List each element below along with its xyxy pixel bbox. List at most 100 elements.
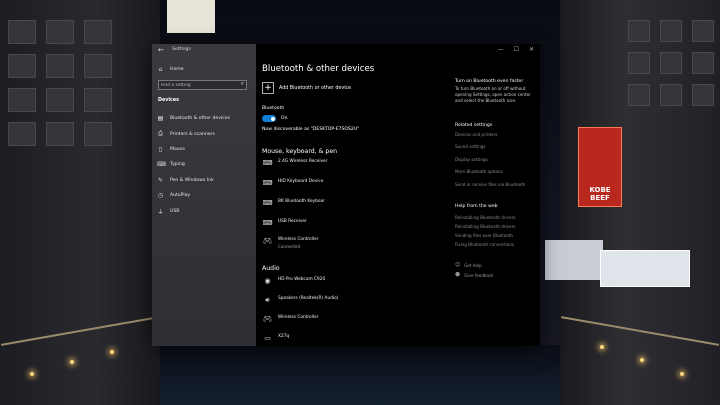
device-name: HID Keyboard Device <box>278 179 324 184</box>
help-link[interactable]: Reinstalling Bluetooth drivers <box>455 215 515 220</box>
device-name: Wireless Controller <box>278 315 319 320</box>
sidebar-item-mouse[interactable]: ▯ Mouse <box>157 146 185 153</box>
monitor-icon: ▭ <box>264 334 271 342</box>
street-lamp <box>30 372 34 376</box>
printer-icon: ⎙ <box>158 130 163 137</box>
group-title-input-devices: Mouse, keyboard, & pen <box>262 148 338 155</box>
sidebar-item-usb[interactable]: ⏚ USB <box>157 207 179 216</box>
keyboard-icon: ⌨ <box>262 179 273 187</box>
discoverable-text: Now discoverable as "DESKTOP-E7SOS2U" <box>262 127 360 132</box>
home-icon: ⌂ <box>158 66 163 73</box>
sidebar-item-bluetooth[interactable]: ▤ Bluetooth & other devices <box>157 115 230 122</box>
get-help-label: Get help <box>464 262 482 268</box>
device-item[interactable]: ▭ X27q <box>262 334 289 343</box>
webcam-icon: ◉ <box>264 277 271 285</box>
device-name: X27q <box>278 334 290 339</box>
device-item[interactable]: 🎮︎ Wireless Controller Connected <box>262 237 318 249</box>
street-sign-wide <box>600 250 690 287</box>
device-item[interactable]: 🎮︎ Wireless Controller <box>262 315 318 324</box>
sidebar-item-pen[interactable]: ✎ Pen & Windows Ink <box>157 177 214 184</box>
usb-icon: ⏚ <box>157 209 164 216</box>
title-bar: ← Settings <box>152 44 256 58</box>
street-lamp <box>680 372 684 376</box>
mouse-icon: ▯ <box>158 146 163 153</box>
minimize-button[interactable]: — <box>498 46 504 53</box>
help-icon: ☺ <box>455 262 461 268</box>
device-item[interactable]: ◉ HD Pro Webcam C920 <box>262 277 325 286</box>
search-input[interactable] <box>161 81 235 89</box>
link-devices-printers[interactable]: Devices and printers <box>455 132 497 137</box>
street-lamp <box>640 358 644 362</box>
help-heading: Help from the web <box>455 204 498 209</box>
page-title: Bluetooth & other devices <box>262 64 375 74</box>
street-lamp <box>600 345 604 349</box>
speaker-icon: 🔊︎ <box>265 296 270 304</box>
help-link[interactable]: Fixing Bluetooth connections <box>455 242 514 247</box>
device-item[interactable]: ⌨ 2.4G Wireless Receiver <box>262 159 327 168</box>
left-building-windows <box>8 20 112 146</box>
settings-content: — ☐ ✕ Bluetooth & other devices + Add Bl… <box>256 44 540 346</box>
plus-icon: + <box>262 82 274 94</box>
link-more-bluetooth[interactable]: More Bluetooth options <box>455 169 503 174</box>
back-arrow-icon[interactable]: ← <box>158 46 164 54</box>
give-feedback-link[interactable]: ☻ Give feedback <box>455 272 494 278</box>
give-feedback-label: Give feedback <box>464 272 494 278</box>
sidebar-item-typing[interactable]: ⌨ Typing <box>157 161 185 168</box>
street-lamp <box>110 350 114 354</box>
sidebar-item-autoplay[interactable]: ◷ AutoPlay <box>157 192 190 199</box>
gamepad-icon: 🎮︎ <box>263 237 272 245</box>
keyboard-icon: ⌨ <box>262 159 273 167</box>
maximize-button[interactable]: ☐ <box>514 46 519 53</box>
search-box[interactable]: ⌕ <box>158 80 247 90</box>
help-link[interactable]: Reinstalling Bluetooth drivers <box>455 224 515 229</box>
settings-sidebar: ← Settings ⌂ Home ⌕ Devices ▤ Bluetooth … <box>152 44 256 346</box>
get-help-link[interactable]: ☺ Get help <box>455 262 482 268</box>
tip-heading: Turn on Bluetooth even faster <box>455 79 524 84</box>
device-name: 2.4G Wireless Receiver <box>278 159 328 164</box>
right-building-windows <box>628 20 714 106</box>
bluetooth-icon: ▤ <box>157 115 164 122</box>
device-name: Speakers (Realtek(R) Audio) <box>278 296 339 301</box>
feedback-icon: ☻ <box>455 272 461 278</box>
toggle-state-label: On <box>281 116 288 121</box>
link-sound-settings[interactable]: Sound settings <box>455 144 486 149</box>
device-item[interactable]: ⌨ BK Bluetooth Keyboar <box>262 199 325 208</box>
sidebar-item-home[interactable]: ⌂ Home <box>157 66 184 73</box>
street-lamp <box>70 360 74 364</box>
link-send-files[interactable]: Send or receive files via Bluetooth <box>455 182 525 187</box>
close-button[interactable]: ✕ <box>529 46 534 53</box>
device-item[interactable]: ⌨ USB Receiver <box>262 219 307 228</box>
device-item[interactable]: ⌨ HID Keyboard Device <box>262 179 323 188</box>
search-icon[interactable]: ⌕ <box>241 81 244 88</box>
bluetooth-toggle-label: Bluetooth <box>262 106 285 111</box>
device-name: HD Pro Webcam C920 <box>278 277 326 282</box>
sidebar-home-label: Home <box>170 67 184 72</box>
street-sign <box>545 240 603 280</box>
settings-window: ← Settings ⌂ Home ⌕ Devices ▤ Bluetooth … <box>152 44 540 346</box>
sidebar-item-label: AutoPlay <box>170 193 191 198</box>
device-item[interactable]: 🔊︎ Speakers (Realtek(R) Audio) <box>262 296 338 305</box>
canal-water <box>160 345 560 405</box>
sidebar-item-label: Printers & scanners <box>170 131 215 137</box>
keyboard-icon: ⌨ <box>157 161 166 168</box>
window-title: Settings <box>172 47 191 52</box>
sidebar-item-printers[interactable]: ⎙ Printers & scanners <box>157 130 215 138</box>
autoplay-icon: ◷ <box>157 192 164 199</box>
bluetooth-toggle[interactable] <box>262 115 276 122</box>
sign-text: KOBE BEEF <box>589 186 611 202</box>
sidebar-item-label: Mouse <box>170 147 185 152</box>
sidebar-section-title: Devices <box>158 98 179 103</box>
link-display-settings[interactable]: Display settings <box>455 157 488 162</box>
device-name: Wireless Controller <box>278 237 319 242</box>
add-device-label: Add Bluetooth or other device <box>279 85 352 91</box>
keyboard-icon: ⌨ <box>262 199 273 207</box>
device-name: USB Receiver <box>278 219 307 224</box>
device-status: Connected <box>278 244 301 249</box>
sidebar-item-label: Bluetooth & other devices <box>170 116 230 121</box>
sidebar-item-label: USB <box>170 209 180 214</box>
gamepad-icon: 🎮︎ <box>263 315 272 323</box>
tip-text: To turn Bluetooth on or off without open… <box>455 86 531 103</box>
add-device-button[interactable]: + Add Bluetooth or other device <box>262 82 351 94</box>
device-name: BK Bluetooth Keyboar <box>278 199 325 204</box>
help-link[interactable]: Sending files over Bluetooth <box>455 233 513 238</box>
